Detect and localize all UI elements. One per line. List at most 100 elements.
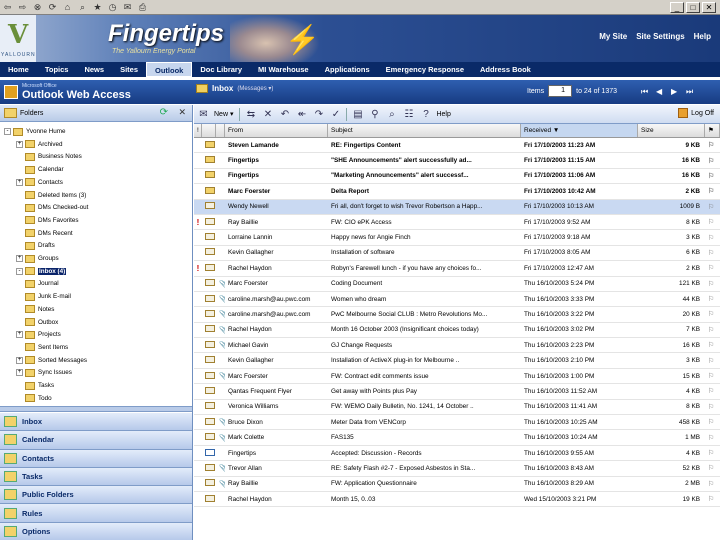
flag-icon[interactable]: ⚐ — [705, 234, 720, 242]
folder-item[interactable]: + Sorted Messages — [16, 355, 87, 366]
nav-outlook[interactable]: Outlook — [146, 62, 193, 77]
folder-item[interactable]: + Contacts — [16, 177, 63, 188]
folder-item[interactable]: Todo — [16, 393, 52, 404]
table-row[interactable]: Marc Foerster Delta Report Fri 17/10/2003 … — [194, 184, 720, 200]
size-column-header[interactable]: Size — [638, 124, 705, 137]
table-row[interactable]: Veronica Williams FW: WEMO Daily Bulletin… — [194, 400, 720, 416]
collapse-icon[interactable]: - — [16, 267, 23, 275]
refresh-icon[interactable]: ⟳ — [160, 107, 168, 118]
table-row[interactable]: Lorraine Lannin Happy news for Angie Finc… — [194, 230, 720, 246]
expand-icon[interactable]: + — [16, 369, 23, 377]
site-settings-link[interactable]: Site Settings — [636, 32, 684, 41]
my-site-link[interactable]: My Site — [599, 32, 627, 41]
folder-item[interactable]: DMs Recent — [16, 228, 73, 239]
nav-news[interactable]: News — [76, 62, 112, 77]
table-row[interactable]: ! Rachel Haydon Robyn's Farewell lunch - i… — [194, 261, 720, 277]
table-row[interactable]: Wendy Newell Fri all, don't forget to wis… — [194, 199, 720, 215]
minimize-icon[interactable]: _ — [670, 2, 684, 13]
table-row[interactable]: 📎 Bruce Dixon Meter Data from VENCorp Thu 1… — [194, 415, 720, 431]
folder-item[interactable]: Journal — [16, 278, 59, 289]
flag-icon[interactable]: ⚐ — [705, 418, 720, 426]
reading-pane-icon[interactable]: ▤ — [351, 108, 364, 121]
last-page-icon[interactable]: ⏭ — [686, 86, 697, 97]
log-off-button[interactable]: Log Off — [678, 108, 714, 118]
attachment-column-header[interactable] — [216, 124, 225, 137]
folder-item[interactable]: DMs Favorites — [16, 215, 79, 226]
find-icon[interactable]: ⌕ — [385, 108, 398, 121]
previous-page-icon[interactable]: ◀ — [656, 86, 667, 97]
help-button[interactable]: Help — [436, 111, 450, 118]
table-row[interactable]: ! Ray Baillie FW: CIO ePK Access Fri 17/10/… — [194, 215, 720, 231]
flag-icon[interactable]: ⚐ — [705, 172, 720, 180]
folder-item[interactable]: + Projects — [16, 329, 61, 340]
table-row[interactable]: Qantas Frequent Flyer Get away with Point… — [194, 384, 720, 400]
view-selector[interactable]: (Messages ▾) — [237, 85, 273, 92]
flag-icon[interactable]: ⚐ — [705, 218, 720, 226]
table-row[interactable]: Fingertips "Marketing Announcements" aler… — [194, 169, 720, 185]
shortcut-contacts[interactable]: Contacts — [0, 449, 192, 468]
shortcut-inbox[interactable]: Inbox — [0, 413, 192, 432]
filter-icon[interactable]: ⚲ — [368, 108, 381, 121]
pane-splitter[interactable] — [0, 406, 192, 412]
folder-item[interactable]: Drafts — [16, 240, 55, 251]
table-row[interactable]: 📎 caroline.marsh@au.pwc.com Women who drea… — [194, 292, 720, 308]
back-arrow-icon[interactable]: ⇦ — [2, 2, 13, 13]
refresh-icon[interactable]: ⟳ — [47, 2, 58, 13]
shortcut-tasks[interactable]: Tasks — [0, 467, 192, 487]
folder-item[interactable]: + Groups — [16, 253, 59, 264]
nav-topics[interactable]: Topics — [37, 62, 77, 77]
flag-icon[interactable]: ⚐ — [705, 341, 720, 349]
first-page-icon[interactable]: ⏮ — [641, 86, 652, 97]
table-row[interactable]: Fingertips Accepted: Discussion - Records… — [194, 446, 720, 462]
expand-icon[interactable]: + — [16, 331, 23, 339]
icon-column-header[interactable] — [202, 124, 216, 137]
flag-icon[interactable]: ⚐ — [705, 480, 720, 488]
flag-column-header[interactable]: ⚑ — [705, 124, 720, 137]
help-link[interactable]: Help — [694, 32, 711, 41]
shortcut-calendar[interactable]: Calendar — [0, 431, 192, 450]
collapse-icon[interactable]: - — [4, 128, 11, 135]
home-icon[interactable]: ⌂ — [62, 2, 73, 13]
table-row[interactable]: 📎 caroline.marsh@au.pwc.com PwC Melbourne … — [194, 307, 720, 323]
table-row[interactable]: Rachel Haydon Month 15, 0..03 Wed 15/10/20… — [194, 492, 720, 508]
expand-icon[interactable]: + — [16, 178, 23, 186]
flag-icon[interactable]: ⚐ — [705, 264, 720, 272]
flag-icon[interactable]: ⚐ — [705, 464, 720, 472]
table-row[interactable]: 📎 Marc Foerster FW: Contract edit comments… — [194, 369, 720, 385]
table-row[interactable]: 📎 Ray Baillie FW: Application Questionnair… — [194, 477, 720, 492]
nav-address-book[interactable]: Address Book — [472, 62, 539, 77]
folder-item[interactable]: Deleted Items (3) — [16, 190, 86, 201]
folder-item[interactable]: - Inbox (4) — [16, 266, 67, 277]
flag-icon[interactable]: ⚐ — [705, 310, 720, 318]
flag-icon[interactable]: ⚐ — [705, 249, 720, 257]
flag-icon[interactable]: ⚐ — [705, 295, 720, 303]
folder-item[interactable]: Business Notes — [16, 151, 82, 162]
shortcut-public-folders[interactable]: Public Folders — [0, 486, 192, 505]
table-row[interactable]: 📎 Rachel Haydon Month 16 October 2003 (Ins… — [194, 323, 720, 339]
folder-item[interactable]: Calendar — [16, 164, 64, 175]
close-pane-icon[interactable]: ✕ — [178, 107, 186, 118]
flag-icon[interactable]: ⚐ — [705, 203, 720, 211]
folder-item[interactable]: + Sync Issues — [16, 367, 72, 378]
shortcut-options[interactable]: Options — [0, 522, 192, 540]
expand-icon[interactable]: + — [16, 140, 23, 148]
folder-item[interactable]: DMs Checked-out — [16, 202, 88, 213]
folder-item[interactable]: Notes — [16, 304, 54, 315]
move-icon[interactable]: ⇆ — [244, 108, 257, 121]
reply-icon[interactable]: ↶ — [278, 108, 291, 121]
flag-icon[interactable]: ⚐ — [705, 280, 720, 288]
new-button[interactable]: New ▾ — [214, 110, 233, 118]
table-row[interactable]: Kevin Gallagher Installation of ActiveX p… — [194, 353, 720, 369]
shortcut-rules[interactable]: Rules — [0, 504, 192, 523]
flag-icon[interactable]: ⚐ — [705, 387, 720, 395]
search-icon[interactable]: ⌕ — [77, 2, 88, 13]
page-input[interactable]: 1 — [548, 85, 573, 97]
table-row[interactable]: Fingertips "SHE Announcements" alert succ… — [194, 153, 720, 169]
reply-all-icon[interactable]: ↞ — [295, 108, 308, 121]
table-row[interactable]: 📎 Michael Gavin GJ Change Requests Thu 16/1… — [194, 338, 720, 354]
mail-icon[interactable]: ✉ — [122, 2, 133, 13]
flag-icon[interactable]: ⚐ — [705, 434, 720, 442]
table-row[interactable]: 📎 Marc Foerster Coding Document Thu 16/10/2… — [194, 277, 720, 292]
folder-item[interactable]: Junk E-mail — [16, 291, 71, 302]
nav-sites[interactable]: Sites — [112, 62, 146, 77]
